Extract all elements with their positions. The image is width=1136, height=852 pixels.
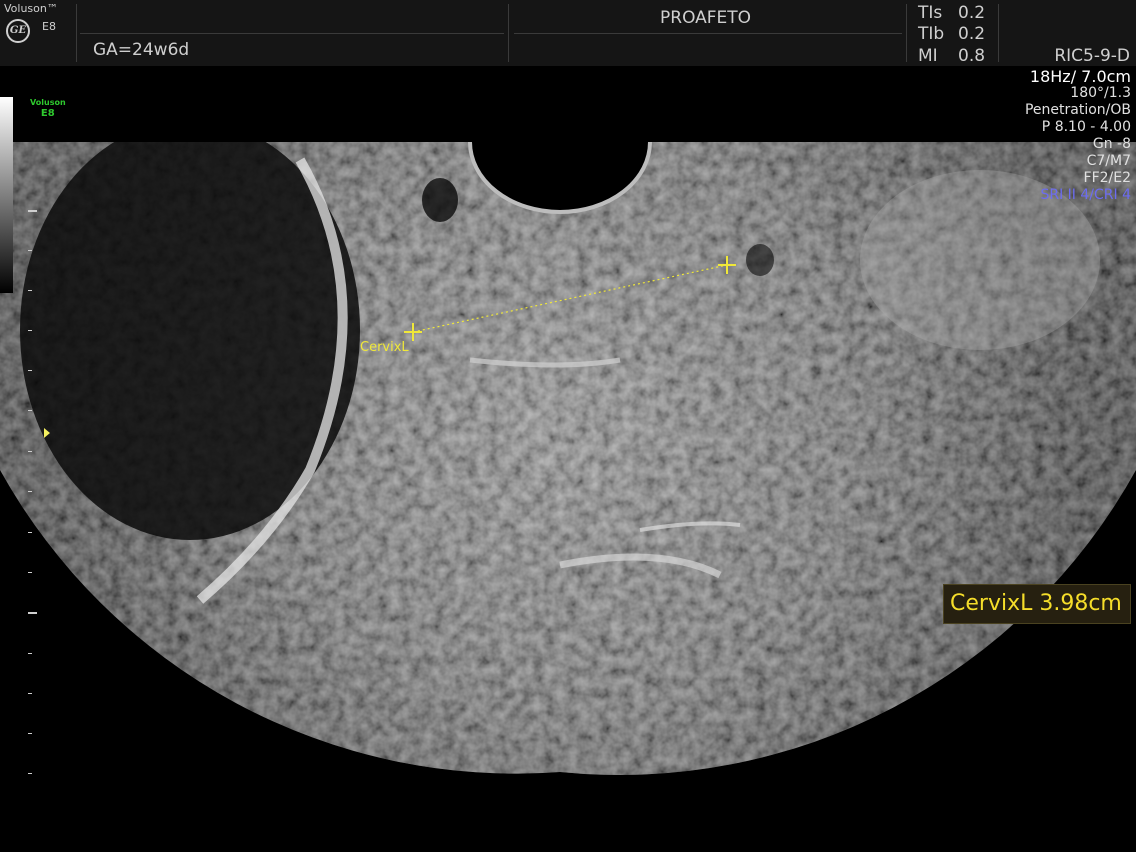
depth-tick [28, 612, 37, 614]
mini-logo-line1: Voluson [30, 98, 66, 107]
vessel [746, 244, 774, 276]
caliper-label: CervixL [360, 340, 409, 355]
ultrasound-image [0, 141, 1136, 775]
voluson-mini-logo: Voluson E8 [30, 97, 66, 119]
grayscale-bar [0, 97, 13, 293]
sri-cri: SRI II 4/CRI 4 [1040, 187, 1131, 203]
mini-logo-line2: E8 [40, 108, 55, 119]
depth-tick [28, 773, 32, 774]
depth-tick [28, 451, 32, 452]
filters: FF2/E2 [1083, 170, 1131, 186]
depth-tick [28, 733, 32, 734]
sector-scan [0, 142, 1136, 775]
depth-tick [28, 290, 32, 291]
vessel [422, 178, 458, 222]
depth-tick [28, 330, 32, 331]
depth-tick [28, 491, 32, 492]
gain: Gn -8 [1092, 136, 1131, 152]
depth-tick [28, 693, 32, 694]
frame-rate-depth: 18Hz/ 7.0cm [1029, 67, 1131, 86]
power: P 8.10 - 4.00 [1041, 119, 1131, 135]
measurement-result: CervixL 3.98cm [943, 584, 1131, 624]
depth-tick [28, 370, 32, 371]
maps: C7/M7 [1086, 153, 1131, 169]
imaging-parameters: 18Hz/ 7.0cm 180°/1.3 Penetration/OB P 8.… [1025, 68, 1131, 204]
depth-tick [28, 653, 32, 654]
depth-tick [28, 210, 37, 212]
depth-tick [28, 410, 32, 411]
preset: Penetration/OB [1024, 102, 1131, 118]
sector-angle: 180°/1.3 [1070, 85, 1131, 101]
focus-marker-icon[interactable] [44, 428, 50, 438]
depth-tick [28, 532, 32, 533]
depth-tick [28, 250, 32, 251]
depth-tick [28, 572, 32, 573]
